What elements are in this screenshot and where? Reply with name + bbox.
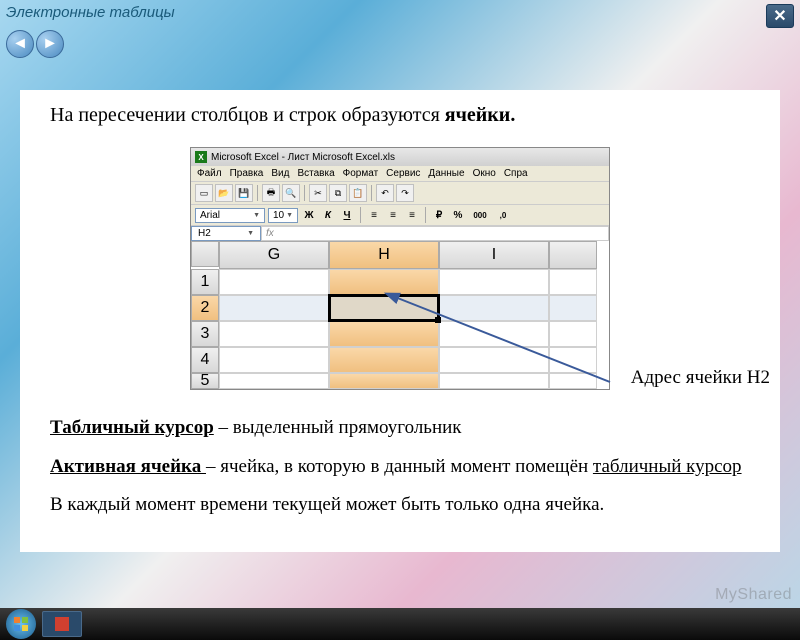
tb-save-icon[interactable]: 💾 xyxy=(235,184,253,202)
nav-back-button[interactable]: ◄ xyxy=(6,30,34,58)
row-header-3[interactable]: 3 xyxy=(191,321,219,347)
formula-bar[interactable]: fx xyxy=(261,226,609,241)
windows-icon xyxy=(13,616,29,632)
tb-redo-icon[interactable]: ↷ xyxy=(396,184,414,202)
cell-h5[interactable] xyxy=(329,373,439,389)
decimal-button[interactable]: ,0 xyxy=(494,207,512,223)
align-right-icon[interactable]: ≡ xyxy=(404,207,420,223)
cell-j1[interactable] xyxy=(549,269,597,295)
name-box[interactable]: H2▼ xyxy=(191,226,261,241)
font-name-select[interactable]: Arial▼ xyxy=(195,208,265,223)
intro-bold: ячейки. xyxy=(445,104,516,126)
excel-menubar: Файл Правка Вид Вставка Формат Сервис Да… xyxy=(191,166,609,181)
taskbar xyxy=(0,608,800,640)
col-header-i[interactable]: I xyxy=(439,241,549,269)
cell-h3[interactable] xyxy=(329,321,439,347)
content-panel: На пересечении столбцов и строк образуют… xyxy=(20,90,780,552)
excel-titlebar: X Microsoft Excel - Лист Microsoft Excel… xyxy=(191,148,609,166)
spreadsheet-grid: G H I 1 2 xyxy=(191,241,609,389)
def-active-cell: Активная ячейка – ячейка, в которую в да… xyxy=(50,455,750,480)
row-header-5[interactable]: 5 xyxy=(191,373,219,389)
cell-i2[interactable] xyxy=(439,295,549,321)
align-center-icon[interactable]: ≡ xyxy=(385,207,401,223)
taskbar-item[interactable] xyxy=(42,611,82,637)
italic-button[interactable]: К xyxy=(320,207,336,223)
menu-window[interactable]: Окно xyxy=(473,168,496,179)
menu-insert[interactable]: Вставка xyxy=(297,168,334,179)
cell-i5[interactable] xyxy=(439,373,549,389)
def-cursor: Табличный курсор – выделенный прямоуголь… xyxy=(50,416,750,441)
thousands-button[interactable]: 000 xyxy=(469,207,491,223)
percent-button[interactable]: % xyxy=(450,207,466,223)
align-left-icon[interactable]: ≡ xyxy=(366,207,382,223)
watermark: MyShared xyxy=(715,586,792,604)
tb-preview-icon[interactable]: 🔍 xyxy=(282,184,300,202)
menu-tools[interactable]: Сервис xyxy=(386,168,420,179)
start-button[interactable] xyxy=(6,609,36,639)
tb-open-icon[interactable]: 📂 xyxy=(215,184,233,202)
intro-text: На пересечении столбцов и строк образуют… xyxy=(50,104,750,127)
excel-icon: X xyxy=(195,151,207,163)
excel-screenshot: X Microsoft Excel - Лист Microsoft Excel… xyxy=(50,147,750,390)
excel-toolbar: ▭ 📂 💾 🖶 🔍 ✂ ⧉ 📋 ↶ ↷ xyxy=(191,181,609,204)
tb-undo-icon[interactable]: ↶ xyxy=(376,184,394,202)
select-all-corner[interactable] xyxy=(191,241,219,267)
cell-i3[interactable] xyxy=(439,321,549,347)
menu-data[interactable]: Данные xyxy=(428,168,464,179)
cell-g5[interactable] xyxy=(219,373,329,389)
menu-file[interactable]: Файл xyxy=(197,168,222,179)
menu-view[interactable]: Вид xyxy=(271,168,289,179)
tb-print-icon[interactable]: 🖶 xyxy=(262,184,280,202)
row-header-1[interactable]: 1 xyxy=(191,269,219,295)
menu-help[interactable]: Спра xyxy=(504,168,528,179)
cell-i1[interactable] xyxy=(439,269,549,295)
intro-plain: На пересечении столбцов и строк образуют… xyxy=(50,104,445,126)
excel-format-bar: Arial▼ 10▼ Ж К Ч ≡ ≡ ≡ ₽ % 000 ,0 xyxy=(191,204,609,225)
row-header-2[interactable]: 2 xyxy=(191,295,219,321)
excel-window-title: Microsoft Excel - Лист Microsoft Excel.x… xyxy=(211,152,395,163)
cell-h4[interactable] xyxy=(329,347,439,373)
cell-h2-active[interactable] xyxy=(329,295,439,321)
underline-button[interactable]: Ч xyxy=(339,207,355,223)
def-single-cell: В каждый момент времени текущей может бы… xyxy=(50,493,750,518)
cell-j5[interactable] xyxy=(549,373,597,389)
cell-g1[interactable] xyxy=(219,269,329,295)
cell-g3[interactable] xyxy=(219,321,329,347)
cell-h1[interactable] xyxy=(329,269,439,295)
cell-g2[interactable] xyxy=(219,295,329,321)
close-button[interactable]: ✕ xyxy=(766,4,794,28)
row-header-4[interactable]: 4 xyxy=(191,347,219,373)
cell-address-label: Адрес ячейки H2 xyxy=(631,367,770,389)
col-header-h[interactable]: H xyxy=(329,241,439,269)
tb-new-icon[interactable]: ▭ xyxy=(195,184,213,202)
app-icon xyxy=(55,617,69,631)
menu-format[interactable]: Формат xyxy=(343,168,379,179)
col-header-next[interactable] xyxy=(549,241,597,269)
tb-copy-icon[interactable]: ⧉ xyxy=(329,184,347,202)
nav-forward-button[interactable]: ► xyxy=(36,30,64,58)
cell-j2[interactable] xyxy=(549,295,597,321)
tb-paste-icon[interactable]: 📋 xyxy=(349,184,367,202)
cell-g4[interactable] xyxy=(219,347,329,373)
cell-i4[interactable] xyxy=(439,347,549,373)
page-title: Электронные таблицы xyxy=(6,4,175,21)
bold-button[interactable]: Ж xyxy=(301,207,317,223)
menu-edit[interactable]: Правка xyxy=(230,168,264,179)
font-size-select[interactable]: 10▼ xyxy=(268,208,298,223)
tb-cut-icon[interactable]: ✂ xyxy=(309,184,327,202)
currency-icon[interactable]: ₽ xyxy=(431,207,447,223)
col-header-g[interactable]: G xyxy=(219,241,329,269)
cell-j3[interactable] xyxy=(549,321,597,347)
cell-j4[interactable] xyxy=(549,347,597,373)
